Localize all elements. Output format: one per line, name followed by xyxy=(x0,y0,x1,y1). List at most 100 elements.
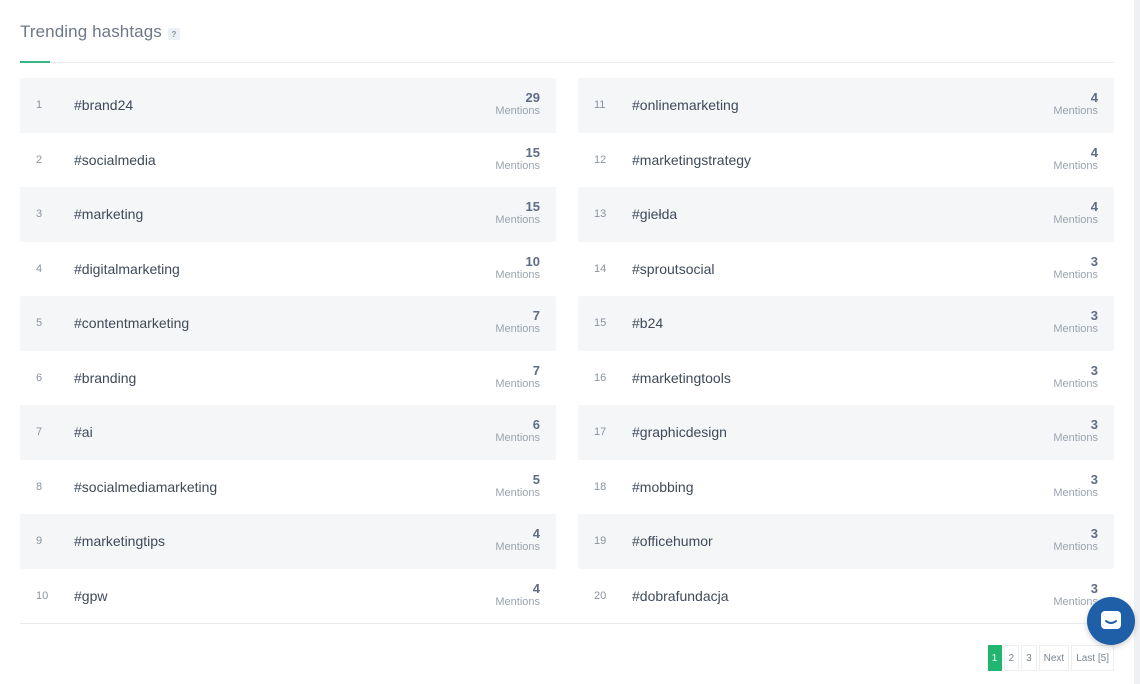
page-2-button[interactable]: 2 xyxy=(1003,645,1020,671)
mention-count: 4 Mentions xyxy=(1053,145,1098,173)
hashtag-row[interactable]: 11 #onlinemarketing 4 Mentions xyxy=(578,78,1114,133)
hashtag-name[interactable]: #marketingstrategy xyxy=(632,152,1114,168)
mention-count-label: Mentions xyxy=(495,323,540,335)
hashtag-row[interactable]: 18 #mobbing 3 Mentions xyxy=(578,460,1114,515)
mention-count: 4 Mentions xyxy=(1053,90,1098,118)
hashtag-row[interactable]: 5 #contentmarketing 7 Mentions xyxy=(20,296,556,351)
mention-count: 3 Mentions xyxy=(1053,526,1098,554)
hashtag-name[interactable]: #dobrafundacja xyxy=(632,588,1114,604)
mention-count: 3 Mentions xyxy=(1053,417,1098,445)
hashtag-name[interactable]: #officehumor xyxy=(632,533,1114,549)
mention-count: 4 Mentions xyxy=(495,581,540,609)
mention-count-value: 7 xyxy=(532,308,540,323)
hashtag-rank: 16 xyxy=(594,371,607,384)
mention-count-label: Mentions xyxy=(495,432,540,444)
mention-count-value: 10 xyxy=(525,253,540,269)
help-icon[interactable]: ? xyxy=(167,28,180,40)
hashtag-name[interactable]: #marketingtools xyxy=(632,370,1114,386)
hashtag-row[interactable]: 1 #brand24 29 Mentions xyxy=(20,78,556,133)
hashtag-name[interactable]: #socialmedia xyxy=(74,152,556,168)
hashtag-name[interactable]: #giełda xyxy=(632,206,1114,222)
hashtag-rank: 15 xyxy=(594,317,607,330)
hashtag-name[interactable]: #mobbing xyxy=(632,479,1114,495)
chat-bubble-icon xyxy=(1101,611,1121,629)
header-divider xyxy=(20,62,1114,63)
mention-count: 15 Mentions xyxy=(495,199,540,227)
scrollbar-track[interactable] xyxy=(1134,0,1140,684)
last-page-button[interactable]: Last [5] xyxy=(1071,645,1114,671)
hashtag-rank: 1 xyxy=(36,99,43,112)
hashtag-rank: 12 xyxy=(594,153,607,166)
hashtag-row[interactable]: 15 #b24 3 Mentions xyxy=(578,296,1114,351)
hashtag-row[interactable]: 6 #branding 7 Mentions xyxy=(20,351,556,406)
hashtag-rank: 13 xyxy=(594,208,607,221)
hashtag-row[interactable]: 4 #digitalmarketing 10 Mentions xyxy=(20,242,556,297)
header-accent-underline xyxy=(20,61,50,63)
hashtag-name[interactable]: #onlinemarketing xyxy=(632,97,1114,113)
hashtag-row[interactable]: 3 #marketing 15 Mentions xyxy=(20,187,556,242)
mention-count-value: 3 xyxy=(1090,308,1098,323)
hashtag-row[interactable]: 17 #graphicdesign 3 Mentions xyxy=(578,405,1114,460)
mention-count: 3 Mentions xyxy=(1053,363,1098,391)
chat-button[interactable] xyxy=(1087,597,1135,645)
hashtag-name[interactable]: #marketingtips xyxy=(74,533,556,549)
trending-hashtags-panel: Trending hashtags ? 1 #brand24 2 9 Mentions 2… xyxy=(20,0,1114,684)
hashtag-row[interactable]: 20 #dobrafundacja 3 Mentions xyxy=(578,569,1114,624)
hashtag-rank: 18 xyxy=(594,480,607,493)
hashtag-row[interactable]: 7 #ai 6 Mentions xyxy=(20,405,556,460)
mention-count-label: Mentions xyxy=(495,486,540,499)
hashtag-row[interactable]: 19 #officehumor 3 Mentions xyxy=(578,514,1114,569)
mention-count: 15 Mentions xyxy=(495,145,540,173)
mention-count-value: 3 xyxy=(1090,253,1098,269)
page-3-button[interactable]: 3 xyxy=(1021,645,1037,671)
hashtag-row[interactable]: 16 #marketingtools 3 Mentions xyxy=(578,351,1114,406)
hashtag-name[interactable]: #b24 xyxy=(632,315,1114,331)
hashtag-rank: 11 xyxy=(594,99,606,112)
mention-count-label: Mentions xyxy=(1053,105,1098,117)
mention-count: 5 Mentions xyxy=(495,472,540,500)
hashtag-name[interactable]: #branding xyxy=(74,370,556,386)
footer-divider xyxy=(20,623,1114,624)
hashtag-rank: 3 xyxy=(36,208,43,221)
hashtag-name[interactable]: #sproutsocial xyxy=(632,261,1114,277)
mention-count-label: Mentions xyxy=(1053,432,1098,444)
mention-count: 6 Mentions xyxy=(495,417,540,445)
mention-count-value: 4 xyxy=(532,580,540,596)
hashtag-rank: 19 xyxy=(594,535,607,548)
mention-count: 7 Mentions xyxy=(495,363,540,391)
next-page-button[interactable]: Next xyxy=(1038,645,1070,671)
hashtag-rank: 4 xyxy=(36,262,43,275)
hashtag-rank: 5 xyxy=(36,317,43,330)
hashtag-name[interactable]: #brand24 xyxy=(74,97,556,113)
panel-title: Trending hashtags xyxy=(20,22,162,41)
mention-count-value: 3 xyxy=(1090,417,1098,432)
mention-count: 7 Mentions xyxy=(495,308,540,336)
mention-count-value: 3 xyxy=(1090,526,1098,541)
mention-count-value: 15 xyxy=(525,199,540,214)
mention-count: 3 Mentions xyxy=(1053,254,1098,282)
mention-count-label: Mentions xyxy=(495,105,540,117)
hashtag-name[interactable]: #marketing xyxy=(74,206,556,222)
mention-count: 4 Mentions xyxy=(495,526,540,554)
hashtag-name[interactable]: #contentmarketing xyxy=(74,315,556,331)
mention-count-value: 4 xyxy=(532,526,540,541)
hashtag-rank: 2 xyxy=(36,153,43,166)
hashtag-name[interactable]: #digitalmarketing xyxy=(74,261,556,277)
page-1-button[interactable]: 1 xyxy=(987,645,1002,671)
hashtag-rank: 14 xyxy=(594,262,607,275)
mention-count-label: Mentions xyxy=(495,595,540,608)
hashtag-name[interactable]: #ai xyxy=(74,424,556,440)
hashtag-row[interactable]: 9 #marketingtips 4 Mentions xyxy=(20,514,556,569)
mention-count-label: Mentions xyxy=(1053,323,1098,335)
hashtag-name[interactable]: #socialmediamarketing xyxy=(74,479,556,495)
hashtag-name[interactable]: #graphicdesign xyxy=(632,424,1114,440)
hashtag-rank: 9 xyxy=(36,535,43,548)
mention-count: 3 Mentions xyxy=(1053,472,1098,500)
hashtag-row[interactable]: 8 #socialmediamarketing 5 Mentions xyxy=(20,460,556,515)
hashtag-row[interactable]: 2 #socialmedia 15 Mentions xyxy=(20,133,556,188)
hashtag-row[interactable]: 13 #giełda 4 Mentions xyxy=(578,187,1114,242)
hashtag-name[interactable]: #gpw xyxy=(74,588,556,604)
hashtag-row[interactable]: 12 #marketingstrategy 4 Mentions xyxy=(578,133,1114,188)
hashtag-row[interactable]: 10 #gpw 4 Mentions xyxy=(20,569,556,624)
hashtag-row[interactable]: 14 #sproutsocial 3 Mentions xyxy=(578,242,1114,297)
